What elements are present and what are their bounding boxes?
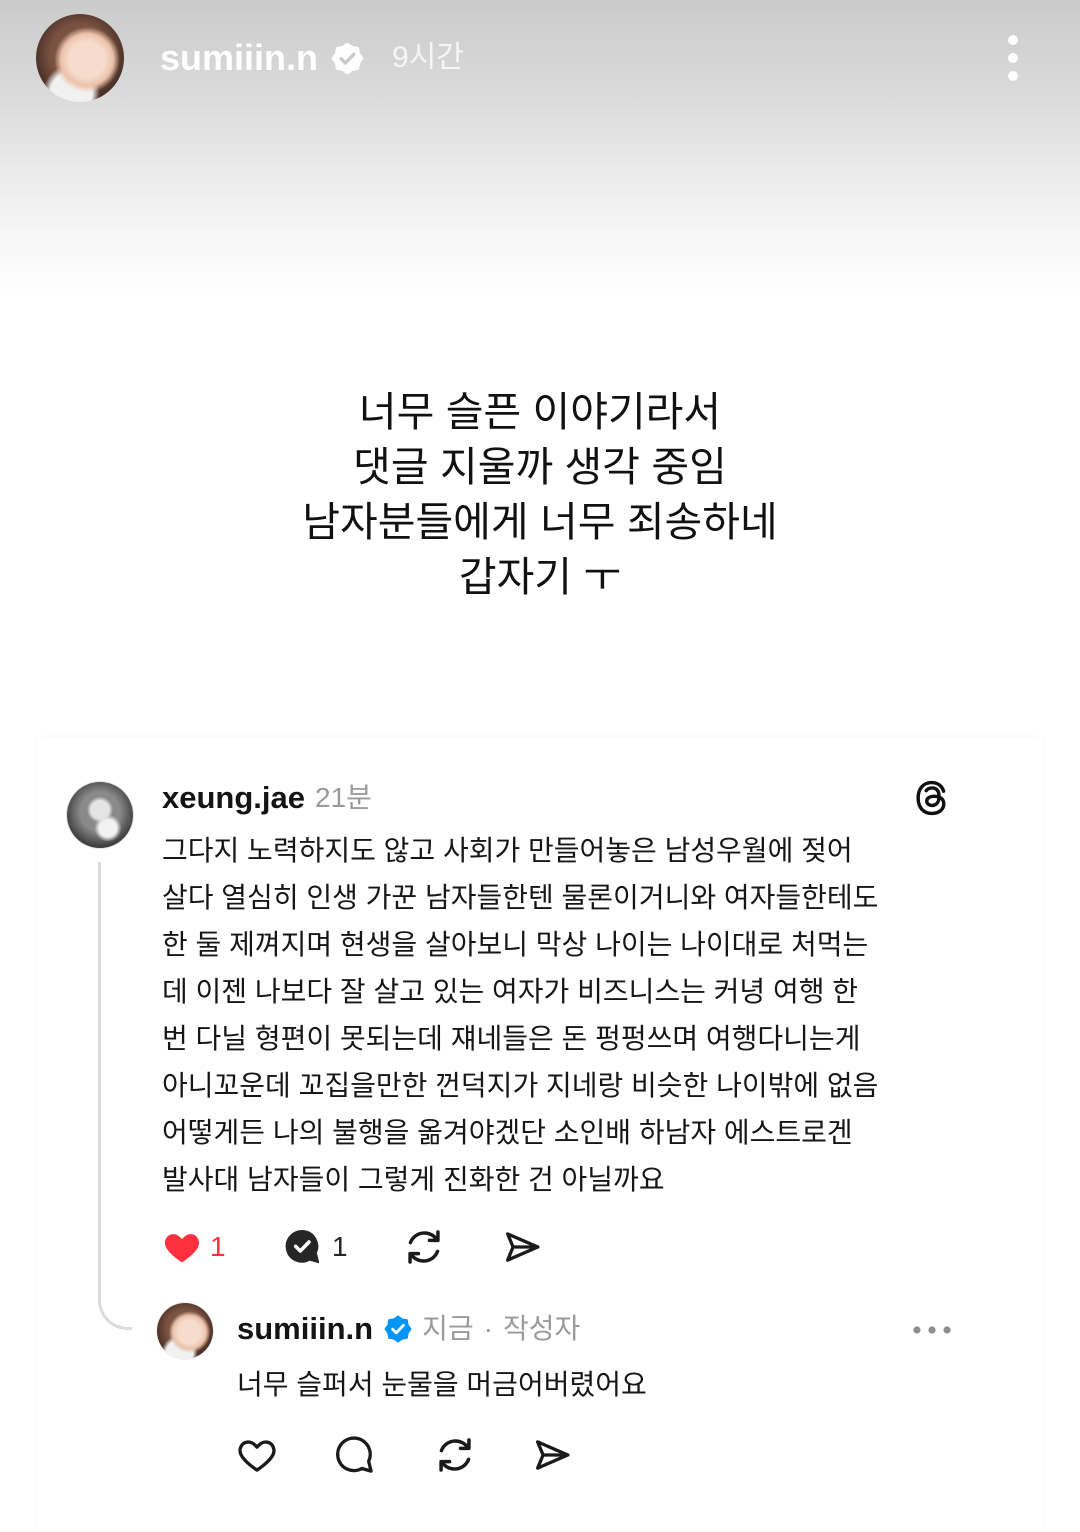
thread-connector-line [98, 862, 132, 1330]
reply-header: sumiiin.n 지금 · 작성자 [237, 1309, 580, 1349]
post-timestamp: 21분 [315, 782, 372, 813]
story-timestamp: 9시간 [392, 41, 464, 74]
more-horizontal-icon[interactable] [908, 1322, 956, 1338]
story-caption: 너무 슬픈 이야기라서 댓글 지울까 생각 중임 남자분들에게 너무 죄송하네 … [0, 385, 1080, 605]
post-body-line: 번 다닐 형편이 못되는데 쟤네들은 돈 펑펑쓰며 여행다니는게 [162, 1023, 861, 1054]
avatar[interactable] [36, 14, 124, 102]
post-body-line: 아니꼬운데 꼬집을만한 껀덕지가 지네랑 비슷한 나이밖에 없음 [162, 1070, 879, 1101]
post-body-line: 어떻게든 나의 불행을 옮겨야겠단 소인배 하남자 에스트로겐 [162, 1117, 853, 1148]
send-icon[interactable] [531, 1434, 573, 1476]
comment-icon[interactable] [334, 1434, 376, 1476]
post-body: 그다지 노력하지도 않고 사회가 만들어놓은 남성우월에 젖어 살다 열심히 인… [162, 827, 878, 1203]
threads-logo-icon[interactable] [911, 777, 953, 819]
post-body-line: 한 둘 제껴지며 현생을 살아보니 막상 나이는 나이대로 처먹는 [162, 929, 869, 960]
caption-line: 댓글 지울까 생각 중임 [353, 444, 727, 490]
reply-timestamp: 지금 [422, 1313, 474, 1344]
reply-count: 1 [332, 1231, 348, 1262]
repost-icon[interactable] [433, 1433, 477, 1477]
avatar[interactable] [157, 1303, 213, 1359]
post-header: xeung.jae 21분 [162, 778, 372, 818]
post-username[interactable]: xeung.jae [162, 778, 305, 818]
post-body-line: 발사대 남자들이 그렇게 진화한 건 아닐까요 [162, 1164, 665, 1195]
story-header: sumiiin.n 9시간 [36, 14, 464, 102]
reply-username[interactable]: sumiiin.n [237, 1309, 373, 1349]
story-page: sumiiin.n 9시간 너무 슬픈 이야기라서 댓글 지울까 생각 중임 남… [0, 0, 1080, 1532]
caption-line: 남자분들에게 너무 죄송하네 [302, 499, 778, 545]
heart-filled-icon[interactable] [162, 1227, 202, 1267]
verified-badge-icon [331, 42, 364, 74]
post-body-line: 데 이젠 나보다 잘 살고 있는 여자가 비즈니스는 커녕 여행 한 [162, 976, 859, 1007]
send-icon[interactable] [501, 1226, 543, 1268]
verified-badge-icon [384, 1315, 412, 1343]
meta-separator: · [483, 1313, 493, 1344]
avatar[interactable] [67, 782, 133, 848]
repost-icon[interactable] [402, 1225, 446, 1269]
caption-line: 갑자기 ㅜ [458, 554, 622, 600]
post-body-line: 살다 열심히 인생 가꾼 남자들한텐 물론이거니와 여자들한테도 [162, 882, 879, 913]
author-label: 작성자 [502, 1313, 581, 1344]
post-body-line: 그다지 노력하지도 않고 사회가 만들어놓은 남성우월에 젖어 [162, 835, 853, 866]
caption-line: 너무 슬픈 이야기라서 [358, 389, 722, 435]
comment-replied-icon[interactable] [283, 1227, 323, 1267]
story-username[interactable]: sumiiin.n [160, 38, 318, 78]
threads-comment-card[interactable]: xeung.jae 21분 그다지 노력하지도 않고 사회가 만들어놓은 남성우… [38, 738, 1042, 1532]
reply-text: 너무 슬퍼서 눈물을 머금어버렸어요 [237, 1369, 647, 1400]
heart-icon[interactable] [236, 1434, 278, 1476]
like-count: 1 [210, 1231, 226, 1262]
more-vertical-icon[interactable] [1001, 32, 1025, 84]
